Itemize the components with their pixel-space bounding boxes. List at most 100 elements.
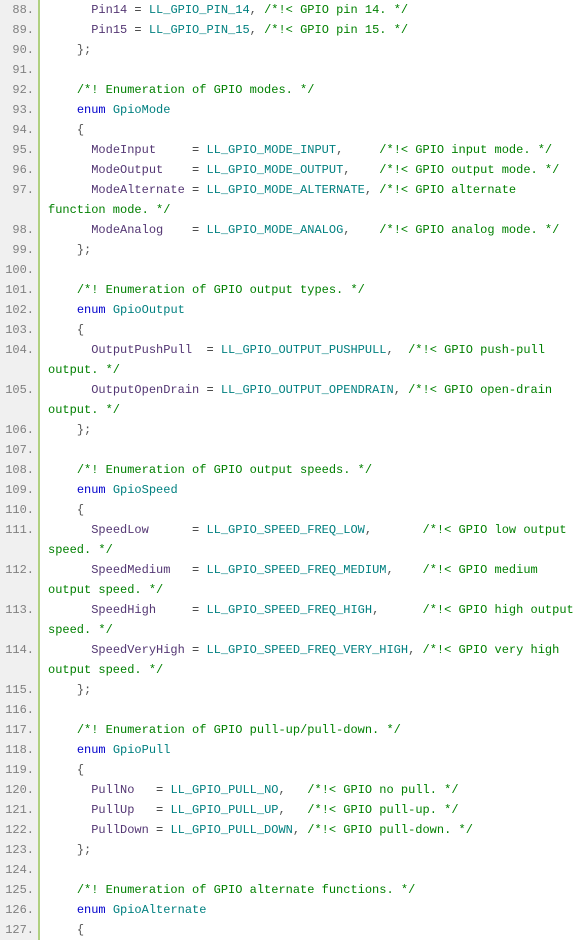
line-number: 114. <box>0 640 39 680</box>
line-content[interactable]: { <box>39 760 579 780</box>
line-content[interactable]: { <box>39 320 579 340</box>
code-line: 127. { <box>0 920 579 940</box>
line-number: 120. <box>0 780 39 800</box>
code-line: 104. OutputPushPull = LL_GPIO_OUTPUT_PUS… <box>0 340 579 380</box>
line-content[interactable]: /*! Enumeration of GPIO output types. */ <box>39 280 579 300</box>
code-line: 93. enum GpioMode <box>0 100 579 120</box>
code-line: 112. SpeedMedium = LL_GPIO_SPEED_FREQ_ME… <box>0 560 579 600</box>
line-number: 121. <box>0 800 39 820</box>
line-content[interactable]: }; <box>39 680 579 700</box>
code-line: 123. }; <box>0 840 579 860</box>
code-line: 116. <box>0 700 579 720</box>
line-content[interactable]: Pin15 = LL_GPIO_PIN_15, /*!< GPIO pin 15… <box>39 20 579 40</box>
code-line: 124. <box>0 860 579 880</box>
line-content[interactable]: /*! Enumeration of GPIO output speeds. *… <box>39 460 579 480</box>
line-number: 90. <box>0 40 39 60</box>
code-line: 107. <box>0 440 579 460</box>
code-line: 89. Pin15 = LL_GPIO_PIN_15, /*!< GPIO pi… <box>0 20 579 40</box>
line-content[interactable] <box>39 440 579 460</box>
code-line: 122. PullDown = LL_GPIO_PULL_DOWN, /*!< … <box>0 820 579 840</box>
line-content[interactable] <box>39 700 579 720</box>
line-number: 105. <box>0 380 39 420</box>
code-line: 111. SpeedLow = LL_GPIO_SPEED_FREQ_LOW, … <box>0 520 579 560</box>
line-content[interactable]: }; <box>39 240 579 260</box>
line-number: 100. <box>0 260 39 280</box>
line-content[interactable]: SpeedLow = LL_GPIO_SPEED_FREQ_LOW, /*!< … <box>39 520 579 560</box>
line-content[interactable]: enum GpioMode <box>39 100 579 120</box>
line-content[interactable]: /*! Enumeration of GPIO alternate functi… <box>39 880 579 900</box>
line-content[interactable]: PullNo = LL_GPIO_PULL_NO, /*!< GPIO no p… <box>39 780 579 800</box>
line-content[interactable]: enum GpioSpeed <box>39 480 579 500</box>
line-content[interactable] <box>39 260 579 280</box>
line-content[interactable]: enum GpioPull <box>39 740 579 760</box>
line-content[interactable]: ModeAnalog = LL_GPIO_MODE_ANALOG, /*!< G… <box>39 220 579 240</box>
line-number: 95. <box>0 140 39 160</box>
line-number: 118. <box>0 740 39 760</box>
code-line: 121. PullUp = LL_GPIO_PULL_UP, /*!< GPIO… <box>0 800 579 820</box>
line-content[interactable]: PullDown = LL_GPIO_PULL_DOWN, /*!< GPIO … <box>39 820 579 840</box>
code-line: 120. PullNo = LL_GPIO_PULL_NO, /*!< GPIO… <box>0 780 579 800</box>
code-line: 101. /*! Enumeration of GPIO output type… <box>0 280 579 300</box>
line-number: 96. <box>0 160 39 180</box>
line-content[interactable]: }; <box>39 420 579 440</box>
code-line: 106. }; <box>0 420 579 440</box>
code-line: 92. /*! Enumeration of GPIO modes. */ <box>0 80 579 100</box>
line-content[interactable]: { <box>39 500 579 520</box>
code-line: 95. ModeInput = LL_GPIO_MODE_INPUT, /*!<… <box>0 140 579 160</box>
code-line: 125. /*! Enumeration of GPIO alternate f… <box>0 880 579 900</box>
line-number: 92. <box>0 80 39 100</box>
code-line: 117. /*! Enumeration of GPIO pull-up/pul… <box>0 720 579 740</box>
line-content[interactable]: SpeedVeryHigh = LL_GPIO_SPEED_FREQ_VERY_… <box>39 640 579 680</box>
line-number: 124. <box>0 860 39 880</box>
line-number: 107. <box>0 440 39 460</box>
line-number: 125. <box>0 880 39 900</box>
code-line: 105. OutputOpenDrain = LL_GPIO_OUTPUT_OP… <box>0 380 579 420</box>
line-number: 91. <box>0 60 39 80</box>
line-number: 101. <box>0 280 39 300</box>
line-number: 108. <box>0 460 39 480</box>
line-content[interactable]: ModeOutput = LL_GPIO_MODE_OUTPUT, /*!< G… <box>39 160 579 180</box>
line-content[interactable]: OutputPushPull = LL_GPIO_OUTPUT_PUSHPULL… <box>39 340 579 380</box>
line-content[interactable]: ModeInput = LL_GPIO_MODE_INPUT, /*!< GPI… <box>39 140 579 160</box>
code-line: 118. enum GpioPull <box>0 740 579 760</box>
line-content[interactable]: OutputOpenDrain = LL_GPIO_OUTPUT_OPENDRA… <box>39 380 579 420</box>
code-line: 96. ModeOutput = LL_GPIO_MODE_OUTPUT, /*… <box>0 160 579 180</box>
line-number: 119. <box>0 760 39 780</box>
code-line: 126. enum GpioAlternate <box>0 900 579 920</box>
code-line: 114. SpeedVeryHigh = LL_GPIO_SPEED_FREQ_… <box>0 640 579 680</box>
code-line: 98. ModeAnalog = LL_GPIO_MODE_ANALOG, /*… <box>0 220 579 240</box>
line-number: 94. <box>0 120 39 140</box>
line-content[interactable]: }; <box>39 40 579 60</box>
line-content[interactable]: { <box>39 920 579 940</box>
line-content[interactable]: SpeedMedium = LL_GPIO_SPEED_FREQ_MEDIUM,… <box>39 560 579 600</box>
line-number: 116. <box>0 700 39 720</box>
code-line: 119. { <box>0 760 579 780</box>
line-content[interactable]: Pin14 = LL_GPIO_PIN_14, /*!< GPIO pin 14… <box>39 0 579 20</box>
line-number: 106. <box>0 420 39 440</box>
line-content[interactable]: /*! Enumeration of GPIO pull-up/pull-dow… <box>39 720 579 740</box>
line-number: 122. <box>0 820 39 840</box>
code-line: 115. }; <box>0 680 579 700</box>
line-number: 123. <box>0 840 39 860</box>
code-line: 94. { <box>0 120 579 140</box>
code-line: 103. { <box>0 320 579 340</box>
line-content[interactable]: { <box>39 120 579 140</box>
line-content[interactable]: ModeAlternate = LL_GPIO_MODE_ALTERNATE, … <box>39 180 579 220</box>
line-number: 109. <box>0 480 39 500</box>
line-number: 103. <box>0 320 39 340</box>
line-number: 98. <box>0 220 39 240</box>
line-number: 89. <box>0 20 39 40</box>
line-content[interactable]: /*! Enumeration of GPIO modes. */ <box>39 80 579 100</box>
line-number: 111. <box>0 520 39 560</box>
line-content[interactable]: enum GpioAlternate <box>39 900 579 920</box>
line-content[interactable]: SpeedHigh = LL_GPIO_SPEED_FREQ_HIGH, /*!… <box>39 600 579 640</box>
code-line: 102. enum GpioOutput <box>0 300 579 320</box>
line-content[interactable]: enum GpioOutput <box>39 300 579 320</box>
code-line: 100. <box>0 260 579 280</box>
line-content[interactable] <box>39 860 579 880</box>
line-content[interactable] <box>39 60 579 80</box>
code-line: 113. SpeedHigh = LL_GPIO_SPEED_FREQ_HIGH… <box>0 600 579 640</box>
line-content[interactable]: }; <box>39 840 579 860</box>
line-content[interactable]: PullUp = LL_GPIO_PULL_UP, /*!< GPIO pull… <box>39 800 579 820</box>
line-number: 104. <box>0 340 39 380</box>
